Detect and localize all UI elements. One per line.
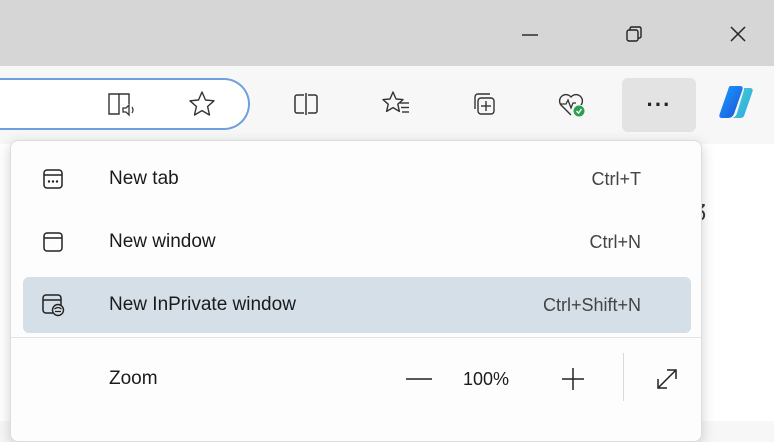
favorite-star-icon: [189, 91, 215, 116]
minus-icon: [406, 378, 432, 380]
browser-essentials-button[interactable]: [552, 84, 592, 124]
immersive-reader-button[interactable]: [102, 84, 142, 124]
browser-essentials-icon: [558, 93, 585, 117]
zoom-row: Zoom 100%: [23, 351, 691, 407]
fullscreen-icon: [657, 369, 677, 389]
more-icon: ···: [646, 92, 672, 117]
close-icon: [730, 26, 746, 42]
toolbar: ···: [0, 66, 774, 144]
favorites-button[interactable]: [376, 84, 416, 124]
restore-button[interactable]: [612, 14, 656, 54]
menu-item-shortcut: Ctrl+T: [591, 169, 642, 189]
minimize-icon: [522, 34, 538, 36]
minimize-button[interactable]: [508, 14, 552, 54]
split-screen-icon: [294, 93, 318, 115]
zoom-label: Zoom: [109, 368, 158, 389]
zoom-separator: [623, 353, 624, 401]
menu-item-new-inprivate-window[interactable]: New InPrivate window Ctrl+Shift+N: [23, 277, 691, 333]
favorites-icon: [382, 91, 409, 113]
menu-item-label: New tab: [109, 168, 179, 189]
menu-item-new-tab[interactable]: New tab Ctrl+T: [23, 151, 691, 207]
new-window-icon: [41, 230, 65, 254]
menu-item-shortcut: Ctrl+N: [589, 232, 641, 252]
immersive-reader-icon: [108, 93, 134, 117]
fullscreen-button[interactable]: [649, 363, 685, 395]
settings-menu: New tab Ctrl+T New window Ctrl+N New InP…: [10, 140, 702, 442]
inprivate-icon: [41, 293, 65, 317]
menu-item-shortcut: Ctrl+Shift+N: [542, 295, 641, 315]
copilot-icon: [719, 86, 753, 118]
collections-icon: [474, 93, 495, 115]
collections-button[interactable]: [464, 84, 504, 124]
menu-item-new-window[interactable]: New window Ctrl+N: [23, 214, 691, 270]
menu-item-label: New window: [109, 231, 216, 252]
zoom-value: 100%: [463, 369, 510, 389]
menu-divider: [11, 337, 701, 338]
title-bar: [0, 0, 774, 66]
plus-icon: [562, 368, 584, 390]
favorite-star-button[interactable]: [182, 84, 222, 124]
zoom-out-button[interactable]: [399, 363, 439, 395]
menu-item-label: New InPrivate window: [109, 294, 296, 315]
close-button[interactable]: [716, 14, 760, 54]
zoom-in-button[interactable]: [553, 363, 593, 395]
more-button[interactable]: ···: [622, 78, 696, 132]
new-tab-icon: [41, 167, 65, 191]
restore-icon: [626, 26, 642, 42]
copilot-button[interactable]: [716, 82, 756, 122]
split-screen-button[interactable]: [286, 84, 326, 124]
